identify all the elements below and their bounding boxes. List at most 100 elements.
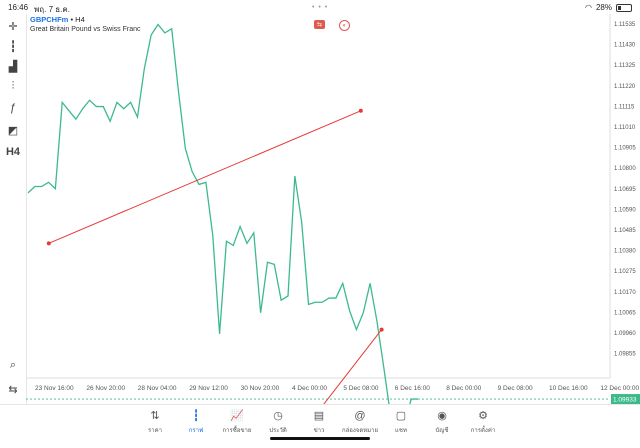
price-point <box>294 176 295 177</box>
nav-accounts[interactable]: ◉ บัญชี <box>422 409 462 435</box>
settings-icon: ⚙ <box>478 410 488 422</box>
price-point <box>356 329 357 330</box>
nav-label: กราฟ <box>188 428 204 434</box>
price-point <box>103 106 104 107</box>
time-axis-label: 28 Nov 04:00 <box>138 385 177 392</box>
price-point <box>315 302 316 303</box>
price-point <box>185 148 186 149</box>
price-point <box>335 298 336 299</box>
price-axis-label: 1.10065 <box>614 310 636 316</box>
price-point <box>48 182 49 183</box>
quotes-icon: ⇅ <box>150 410 160 422</box>
price-point <box>281 300 282 301</box>
nav-label: กล่องจดหมาย <box>341 428 379 434</box>
chart-icon: ┇ <box>192 410 200 422</box>
price-point <box>329 298 330 299</box>
price-point <box>41 186 42 187</box>
price-point <box>205 182 206 183</box>
time-axis-label: 8 Dec 00:00 <box>446 385 481 392</box>
nav-chart[interactable]: ┇ กราฟ <box>176 409 216 435</box>
time-axis-label: 10 Dec 16:00 <box>549 385 588 392</box>
price-point <box>246 243 247 244</box>
price-series-line <box>27 23 418 404</box>
home-indicator[interactable] <box>270 437 370 440</box>
time-axis-label: 30 Nov 20:00 <box>241 385 280 392</box>
price-axis-label: 1.11430 <box>614 43 636 49</box>
price-axis-label: 1.11325 <box>614 63 636 69</box>
price-axis-label: 1.10590 <box>614 207 636 213</box>
price-axis-label: 1.10170 <box>614 290 636 296</box>
price-axis-label: 1.11220 <box>614 84 636 90</box>
time-axis-label: 23 Nov 16:00 <box>35 385 74 392</box>
price-point <box>288 295 289 296</box>
trendline-anchor <box>358 108 363 113</box>
mailbox-icon: @ <box>354 410 366 422</box>
chat-icon: ▢ <box>395 410 407 422</box>
price-point <box>28 192 29 193</box>
price-axis-label: 1.10800 <box>614 166 636 172</box>
time-axis-label: 9 Dec 08:00 <box>498 385 533 392</box>
price-axis-label: 1.11535 <box>614 22 636 28</box>
price-point <box>370 283 371 284</box>
price-point <box>274 264 275 265</box>
price-axis-label: 1.10380 <box>614 249 636 255</box>
price-axis-label: 1.10905 <box>614 146 636 152</box>
nav-label: ราคา <box>148 428 162 434</box>
nav-quotes[interactable]: ⇅ ราคา <box>135 409 175 435</box>
nav-label: ข่าว <box>313 428 325 434</box>
price-point <box>116 102 117 103</box>
price-chart[interactable]: 1.11535 1.11430 1.11325 1.11220 1.11115 1.110… <box>0 0 640 404</box>
nav-trade[interactable]: 📈 การซื้อขาย <box>217 409 257 435</box>
trendline-anchor <box>46 241 51 246</box>
price-axis-label: 1.10695 <box>614 187 636 193</box>
time-axis-label: 12 Dec 00:00 <box>600 385 639 392</box>
price-point <box>301 222 302 223</box>
price-point <box>89 100 90 101</box>
price-axis-label: 1.10275 <box>614 269 636 275</box>
trendline <box>48 110 361 244</box>
price-point <box>199 184 200 185</box>
price-point <box>158 24 159 25</box>
time-axis-label: 6 Dec 16:00 <box>395 385 430 392</box>
price-point <box>219 333 220 334</box>
price-point <box>192 171 193 172</box>
nav-label: การตั้งค่า <box>470 428 496 434</box>
price-point <box>151 35 152 36</box>
nav-label: ประวัติ <box>269 428 287 434</box>
price-point <box>62 102 63 103</box>
price-point <box>233 245 234 246</box>
trendline <box>323 329 382 404</box>
price-point <box>342 283 343 284</box>
accounts-icon: ◉ <box>437 410 447 422</box>
bottom-navigation: ⇅ ราคา ┇ กราฟ 📈 การซื้อขาย ◷ ประวัติ ▤ ข่าว @ กล่อง… <box>0 404 640 448</box>
price-axis-label: 1.09855 <box>614 352 636 358</box>
price-point <box>75 119 76 120</box>
trendline-anchor <box>379 327 384 332</box>
nav-label: การซื้อขาย <box>222 428 252 434</box>
price-point <box>212 234 213 235</box>
price-point <box>178 91 179 92</box>
price-point <box>226 241 227 242</box>
time-axis-label: 26 Nov 20:00 <box>86 385 125 392</box>
nav-settings[interactable]: ⚙ การตั้งค่า <box>463 409 503 435</box>
nav-news[interactable]: ▤ ข่าว <box>299 409 339 435</box>
price-axis-label: 1.10485 <box>614 228 636 234</box>
time-axis-label: 29 Nov 12:00 <box>189 385 228 392</box>
current-price-label: 1.09933 <box>613 397 637 404</box>
price-point <box>110 121 111 122</box>
nav-label: บัญชี <box>435 428 449 434</box>
nav-chat[interactable]: ▢ แชท <box>381 409 421 435</box>
price-point <box>171 28 172 29</box>
price-point <box>130 102 131 103</box>
nav-label: แชท <box>395 428 407 434</box>
price-point <box>383 367 384 368</box>
price-point <box>260 312 261 313</box>
nav-mailbox[interactable]: @ กล่องจดหมาย <box>340 409 380 435</box>
price-point <box>96 106 97 107</box>
price-point <box>55 188 56 189</box>
nav-history[interactable]: ◷ ประวัติ <box>258 409 298 435</box>
price-point <box>308 304 309 305</box>
price-point <box>144 68 145 69</box>
trade-icon: 📈 <box>230 410 244 422</box>
price-point <box>376 321 377 322</box>
